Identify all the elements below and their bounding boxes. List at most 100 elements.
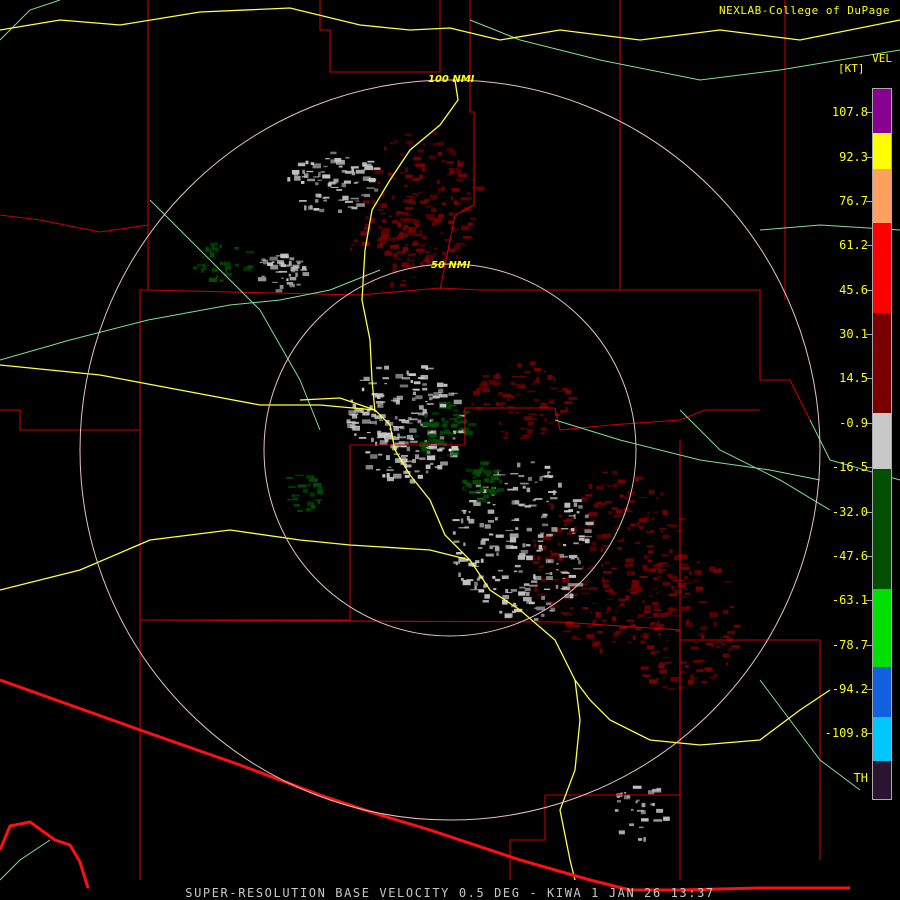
velocity-echo	[192, 266, 198, 270]
velocity-echo	[510, 545, 518, 549]
velocity-color-legend	[872, 88, 892, 800]
velocity-echo	[381, 432, 387, 434]
velocity-echo	[452, 228, 460, 230]
velocity-echo	[539, 414, 543, 416]
velocity-echo	[569, 607, 574, 611]
velocity-echo	[488, 380, 496, 385]
velocity-echo	[604, 561, 611, 564]
velocity-echo	[505, 431, 509, 437]
velocity-echo	[638, 518, 648, 523]
velocity-echo	[544, 417, 547, 422]
velocity-echo	[514, 518, 520, 521]
county-line	[139, 619, 681, 800]
velocity-echo	[585, 494, 593, 497]
velocity-echo	[448, 168, 451, 170]
velocity-echo	[640, 640, 646, 644]
velocity-echo	[461, 225, 469, 231]
velocity-echo	[583, 580, 589, 583]
velocity-echo	[438, 214, 441, 219]
velocity-echo	[443, 429, 450, 434]
velocity-echo	[648, 595, 653, 597]
velocity-echo	[363, 376, 370, 381]
velocity-echo	[630, 587, 634, 591]
velocity-echo	[515, 394, 521, 396]
velocity-echo	[548, 610, 554, 612]
velocity-echo	[565, 518, 573, 522]
velocity-echo	[593, 512, 598, 517]
legend-swatch-green	[873, 589, 891, 667]
velocity-echo	[655, 497, 659, 499]
velocity-echo	[453, 409, 459, 412]
velocity-echo	[505, 529, 514, 532]
velocity-echo	[358, 437, 367, 439]
velocity-echo	[661, 554, 670, 557]
velocity-echo	[646, 531, 654, 533]
velocity-echo	[589, 546, 597, 552]
velocity-echo	[330, 186, 339, 188]
velocity-echo	[294, 175, 301, 181]
velocity-echo	[409, 428, 417, 433]
velocity-echo	[481, 381, 488, 386]
velocity-echo	[412, 219, 420, 224]
velocity-echo	[662, 662, 665, 666]
velocity-echo	[413, 389, 420, 391]
velocity-echo	[388, 466, 392, 469]
velocity-echo	[563, 544, 567, 547]
product-label: VEL	[872, 52, 892, 65]
velocity-echo	[684, 575, 688, 580]
roads-rivers	[0, 0, 900, 881]
velocity-echo	[390, 142, 394, 145]
velocity-echo	[524, 555, 530, 557]
velocity-echo	[527, 476, 532, 481]
velocity-echo	[560, 612, 570, 615]
velocity-echo	[350, 247, 353, 251]
velocity-echo	[647, 550, 654, 554]
border-lines	[0, 678, 850, 892]
velocity-echo	[336, 189, 343, 191]
velocity-echo	[498, 392, 503, 396]
velocity-echo	[507, 488, 514, 491]
velocity-echo	[299, 200, 307, 202]
velocity-echo	[547, 503, 554, 506]
velocity-echo	[545, 602, 552, 606]
velocity-echo	[651, 517, 655, 521]
velocity-echo	[452, 531, 456, 535]
velocity-echo	[453, 399, 462, 405]
velocity-echo	[701, 680, 708, 684]
velocity-echo	[529, 584, 538, 587]
velocity-echo	[405, 174, 413, 179]
velocity-echo	[391, 399, 397, 402]
velocity-echo	[574, 526, 577, 529]
velocity-echo	[304, 173, 309, 178]
velocity-echo	[660, 529, 663, 534]
velocity-echo	[395, 237, 400, 240]
velocity-echo	[581, 497, 588, 502]
velocity-echo	[362, 419, 371, 424]
velocity-echo	[406, 196, 412, 198]
velocity-echo	[534, 398, 539, 402]
legend-swatch-darkred	[873, 313, 891, 413]
velocity-echo	[662, 534, 669, 539]
velocity-echo	[421, 447, 427, 452]
velocity-echo	[408, 231, 411, 236]
velocity-echo	[427, 393, 434, 397]
velocity-echo	[489, 546, 494, 549]
velocity-echo	[605, 589, 614, 593]
velocity-echo	[681, 566, 690, 571]
velocity-echo	[697, 632, 706, 635]
velocity-echo	[519, 586, 526, 589]
velocity-echo	[411, 397, 416, 401]
velocity-echo	[644, 605, 651, 610]
velocity-echo	[461, 509, 467, 512]
velocity-echo	[617, 796, 620, 798]
velocity-echo	[670, 579, 679, 581]
velocity-echo	[589, 611, 593, 613]
velocity-echo	[664, 612, 672, 615]
velocity-echo	[568, 397, 578, 401]
velocity-echo	[448, 220, 454, 225]
velocity-echo	[547, 374, 553, 380]
velocity-echo	[597, 502, 602, 504]
legend-label: 30.1	[839, 327, 868, 341]
velocity-echo	[646, 545, 654, 547]
velocity-echo	[523, 583, 530, 586]
